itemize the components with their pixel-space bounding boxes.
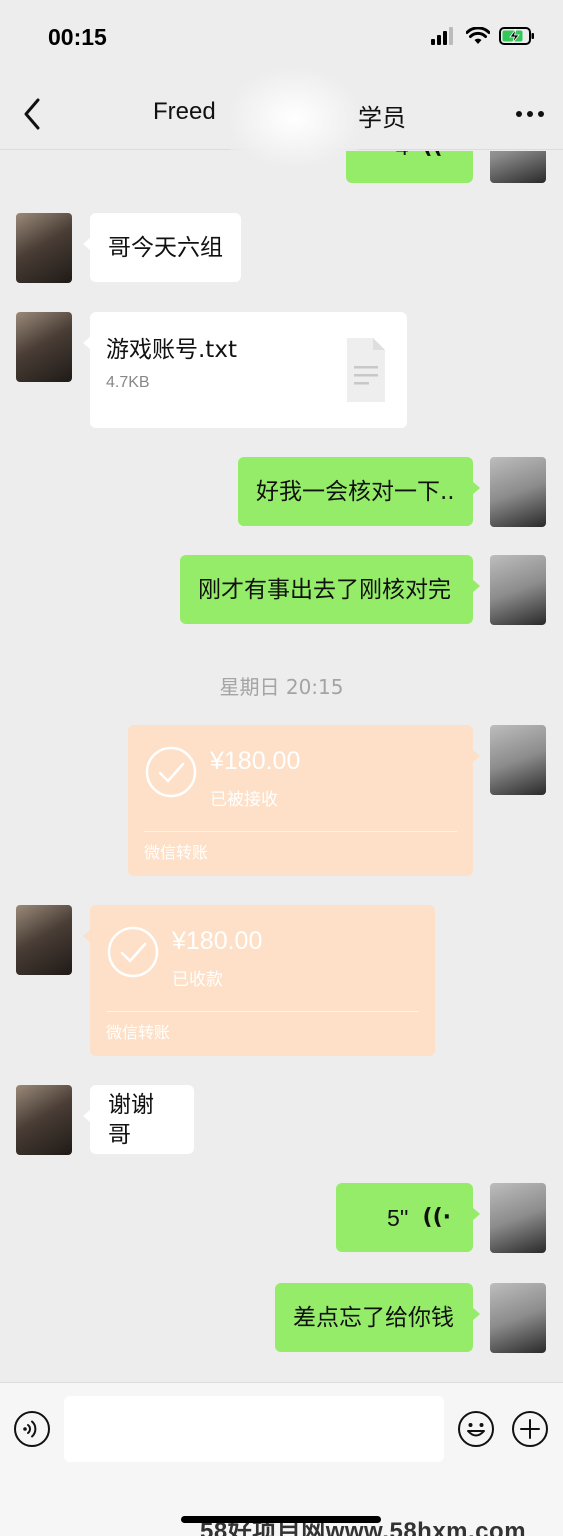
my-avatar[interactable]: [490, 457, 546, 527]
transfer-card[interactable]: ¥180.00 已收款 微信转账: [83, 905, 435, 1056]
watermark: 58好项目网www.58hxm.com: [200, 1518, 527, 1536]
my-avatar[interactable]: [490, 1283, 546, 1353]
text-message-bubble[interactable]: 谢谢哥: [83, 1085, 194, 1154]
voice-message-bubble[interactable]: 4 ((·: [346, 151, 473, 183]
emoji-button[interactable]: [457, 1410, 495, 1448]
text-message-bubble[interactable]: 差点忘了给你钱: [275, 1283, 480, 1352]
voice-duration: 5'': [386, 1204, 409, 1231]
battery-charging-icon: [499, 27, 534, 45]
message-text: 谢谢哥: [108, 1091, 154, 1148]
document-icon: [347, 338, 385, 402]
contact-avatar[interactable]: [16, 905, 72, 975]
transfer-card[interactable]: ¥180.00 已被接收 微信转账: [128, 725, 480, 876]
message-text: 刚才有事出去了刚核对完: [198, 576, 451, 603]
more-options-button[interactable]: [513, 100, 547, 128]
voice-wave-icon: ((·: [423, 151, 451, 162]
chat-title-suffix: 学员: [358, 104, 406, 132]
text-message-bubble[interactable]: 好我一会核对一下..: [238, 457, 480, 526]
transfer-label: 微信转账: [144, 843, 209, 862]
my-avatar[interactable]: [490, 725, 546, 795]
text-message-bubble[interactable]: 刚才有事出去了刚核对完: [180, 555, 480, 624]
file-name: 游戏账号.txt: [106, 337, 237, 363]
contact-avatar[interactable]: [16, 1085, 72, 1155]
signal-icon: [431, 27, 453, 45]
file-size: 4.7KB: [106, 374, 150, 391]
my-avatar[interactable]: [490, 1183, 546, 1253]
transfer-status: 已被接收: [210, 790, 278, 810]
my-avatar[interactable]: [490, 151, 546, 183]
time-divider: 星期日 20:15: [219, 675, 344, 699]
home-indicator: [181, 1516, 381, 1523]
status-time: 00:15: [48, 24, 107, 50]
input-bar: 58好项目网www.58hxm.com: [0, 1382, 563, 1536]
voice-wave-icon: ((·: [422, 1204, 451, 1230]
transfer-label: 微信转账: [106, 1023, 171, 1042]
status-icons: [431, 26, 535, 46]
text-message-bubble[interactable]: 哥今天六组: [83, 213, 241, 282]
message-text: 好我一会核对一下..: [256, 478, 455, 505]
my-avatar[interactable]: [490, 555, 546, 625]
voice-message-bubble[interactable]: 5'' ((·: [336, 1183, 480, 1252]
message-input[interactable]: [64, 1396, 444, 1462]
voice-duration: 4: [396, 151, 409, 162]
transfer-status: 已收款: [172, 970, 223, 990]
back-button[interactable]: [18, 96, 48, 132]
chat-title: Freed: [153, 98, 216, 125]
message-text: 差点忘了给你钱: [293, 1304, 454, 1331]
message-text: 哥今天六组: [108, 234, 223, 261]
transfer-amount: ¥180.00: [210, 747, 301, 775]
contact-avatar[interactable]: [16, 213, 72, 283]
chat-message-list[interactable]: 4 ((· 哥今天六组 游戏账号.txt 4.7KB 好我一会核对一下.. 刚才…: [0, 151, 563, 1381]
status-bar: 00:15: [0, 0, 563, 80]
nav-bar: Freed 学员: [0, 70, 563, 166]
more-functions-button[interactable]: [511, 1410, 549, 1448]
check-circle-icon: [145, 746, 197, 798]
voice-input-button[interactable]: [13, 1410, 51, 1448]
file-message-card[interactable]: 游戏账号.txt 4.7KB: [83, 312, 407, 428]
divider: [106, 1011, 419, 1012]
contact-avatar[interactable]: [16, 312, 72, 382]
wifi-icon: [466, 27, 490, 44]
check-circle-icon: [107, 926, 159, 978]
divider: [144, 831, 457, 832]
transfer-amount: ¥180.00: [172, 927, 263, 955]
